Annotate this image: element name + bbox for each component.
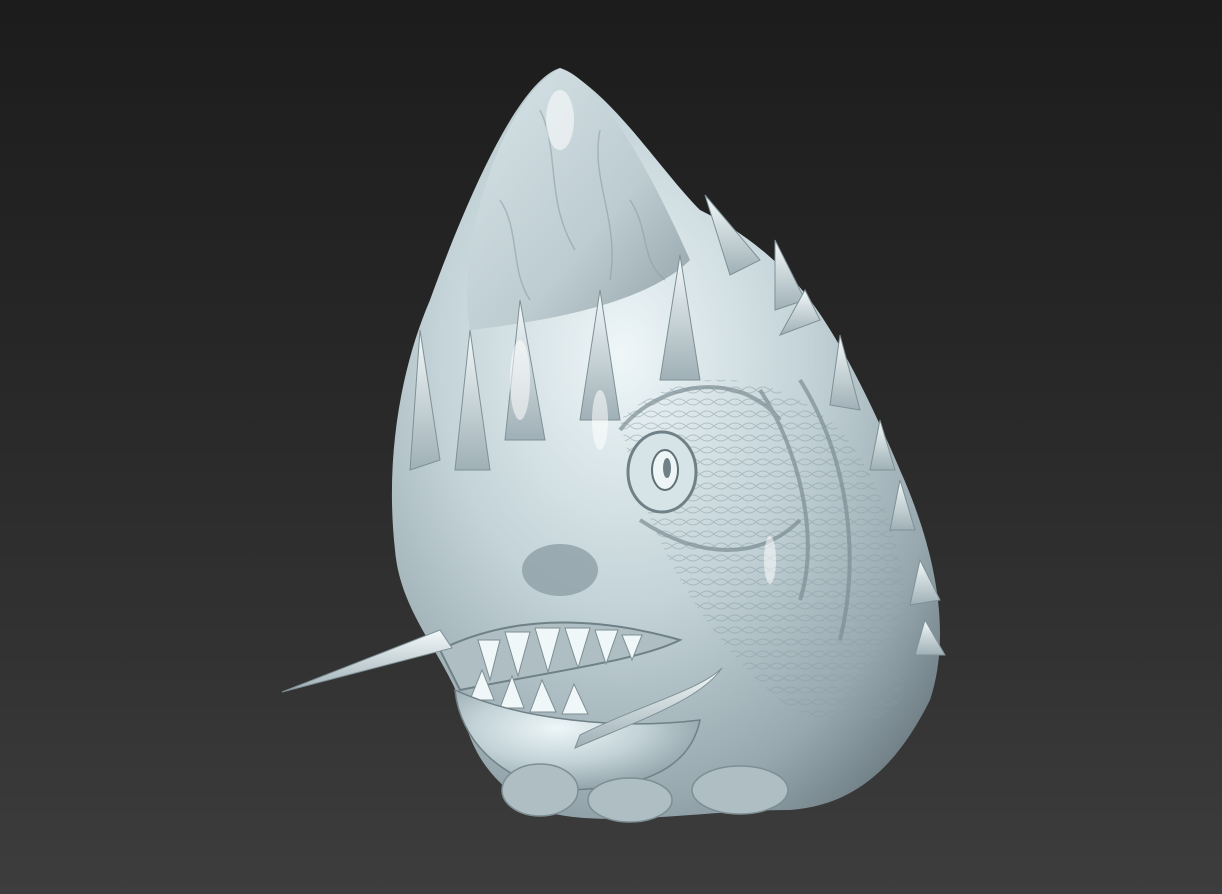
nostril [522,544,598,596]
3d-viewport[interactable] [0,0,1222,894]
sculpted-model[interactable] [0,0,1222,894]
tusk-left [281,629,453,693]
eye [626,430,698,514]
